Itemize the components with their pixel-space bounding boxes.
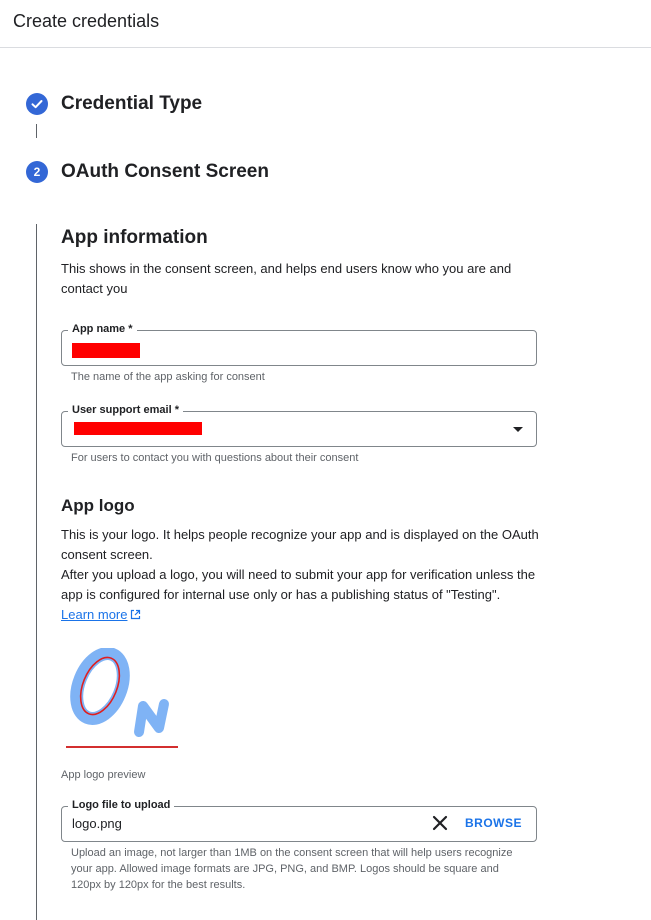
app-name-label: App name * — [68, 322, 137, 336]
step-oauth-consent[interactable]: OAuth Consent Screen — [61, 161, 269, 183]
app-logo-preview-caption: App logo preview — [61, 769, 146, 781]
browse-button[interactable]: BROWSE — [465, 816, 522, 830]
redacted-app-name — [72, 343, 140, 358]
app-logo-preview-image — [66, 648, 178, 748]
app-information-description: This shows in the consent screen, and he… — [61, 261, 512, 296]
external-link-icon — [131, 609, 141, 620]
app-information-heading: App information — [61, 227, 208, 248]
logo-file-label: Logo file to upload — [68, 798, 175, 812]
logo-file-value: logo.png — [72, 816, 122, 831]
app-logo-description: This is your logo. It helps people recog… — [61, 527, 539, 562]
header-bar: Create credentials — [0, 0, 651, 48]
step-connector — [36, 124, 37, 138]
user-support-email-label: User support email * — [68, 403, 183, 417]
app-name-hint: The name of the app asking for consent — [71, 371, 265, 383]
app-logo-heading: App logo — [61, 496, 135, 515]
logo-file-hint: Upload an image, not larger than 1MB on … — [71, 847, 513, 891]
chevron-down-icon[interactable] — [513, 427, 523, 432]
user-support-email-select[interactable]: User support email * — [61, 403, 537, 447]
logo-file-field[interactable]: Logo file to upload logo.png BROWSE — [61, 798, 537, 842]
user-support-email-hint: For users to contact you with questions … — [71, 452, 359, 464]
page-title: Create credentials — [13, 11, 160, 31]
step-number-badge: 2 — [26, 161, 48, 183]
app-logo-verification-note: After you upload a logo, you will need t… — [61, 567, 536, 602]
app-name-field[interactable]: App name * — [61, 322, 537, 366]
step-credential-type[interactable]: Credential Type — [61, 93, 202, 115]
close-icon[interactable] — [430, 813, 450, 833]
redacted-email — [74, 422, 202, 435]
check-icon — [26, 93, 48, 115]
learn-more-link[interactable]: Learn more — [61, 607, 127, 622]
step-content-line — [36, 224, 37, 920]
learn-more-row: Learn more — [61, 605, 541, 625]
